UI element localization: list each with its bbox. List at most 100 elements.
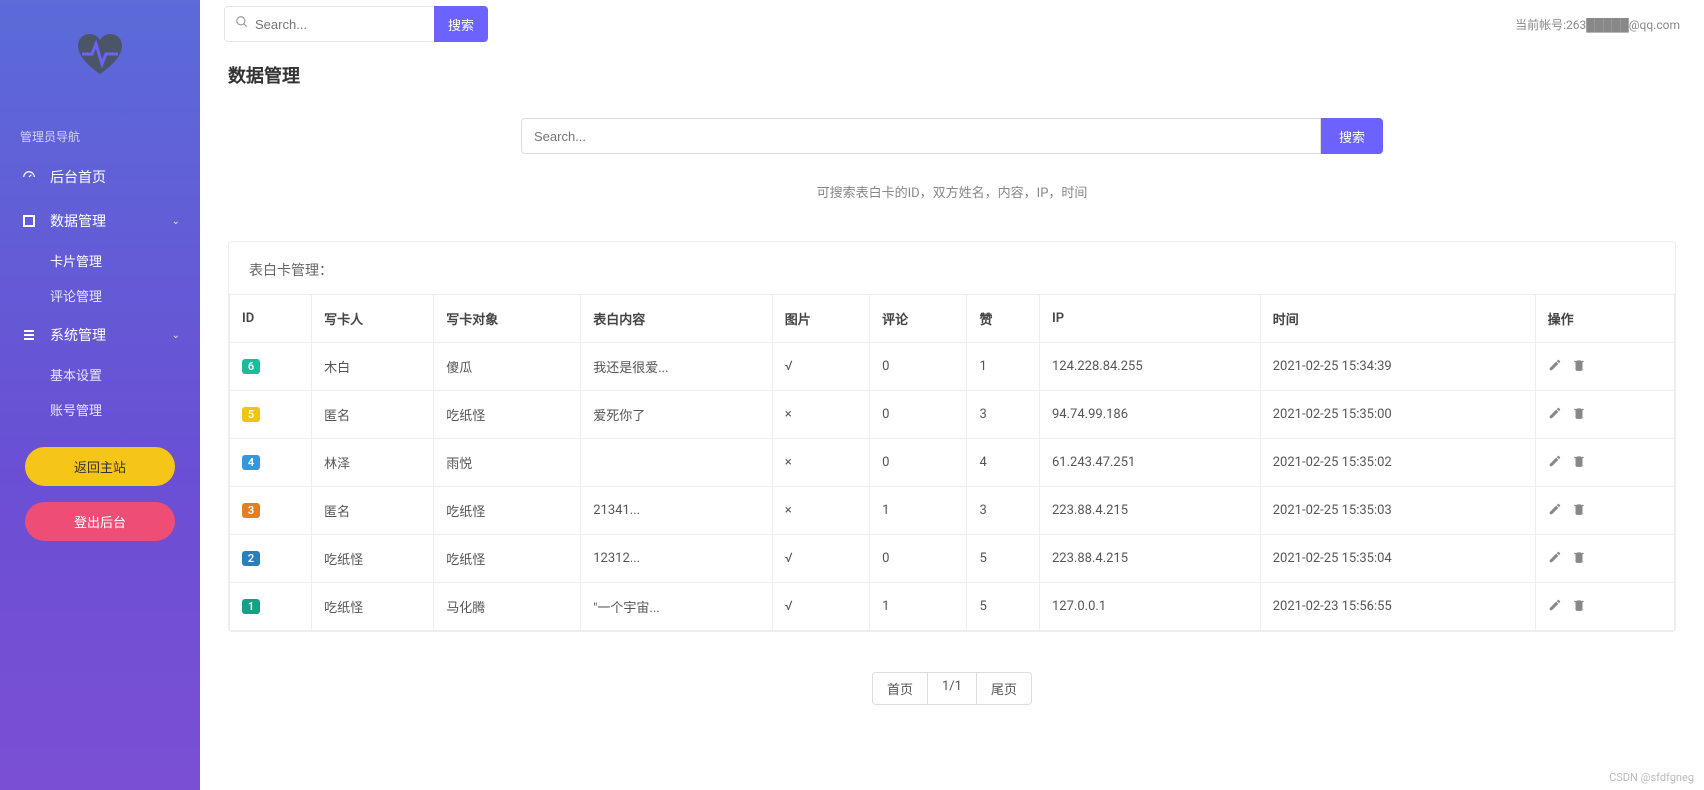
main-search-button[interactable]: 搜索: [1321, 118, 1383, 154]
section-title: 表白卡管理：: [229, 242, 1675, 294]
col-action: 操作: [1535, 295, 1674, 343]
cell-ip: 127.0.0.1: [1040, 583, 1261, 631]
account-prefix: 当前帐号:: [1515, 18, 1566, 32]
cell-time: 2021-02-25 15:35:00: [1260, 391, 1535, 439]
sidebar-sub-account-mgmt[interactable]: 账号管理: [0, 392, 200, 427]
cell-image: √: [772, 535, 869, 583]
col-ip: IP: [1040, 295, 1261, 343]
cell-target: 吃纸怪: [434, 535, 581, 583]
col-writer: 写卡人: [312, 295, 434, 343]
table-card: 表白卡管理： ID 写卡人 写卡对象 表白内容 图片 评论 赞 IP 时间 操作: [228, 241, 1676, 632]
sidebar-sub-card-mgmt[interactable]: 卡片管理: [0, 243, 200, 278]
delete-icon[interactable]: [1572, 409, 1586, 424]
cell-comment: 0: [870, 439, 967, 487]
cell-like: 5: [967, 583, 1040, 631]
cell-actions: [1535, 487, 1674, 535]
id-badge: 5: [242, 407, 260, 422]
cell-actions: [1535, 439, 1674, 487]
cell-image: √: [772, 343, 869, 391]
account-value: 263█████@qq.com: [1566, 18, 1680, 32]
edit-icon[interactable]: [1548, 553, 1562, 568]
cell-image: ×: [772, 487, 869, 535]
delete-icon[interactable]: [1572, 457, 1586, 472]
heart-pulse-icon: [72, 30, 128, 78]
id-badge: 4: [242, 455, 260, 470]
cell-actions: [1535, 343, 1674, 391]
cell-image: √: [772, 583, 869, 631]
col-content: 表白内容: [581, 295, 772, 343]
cell-time: 2021-02-25 15:35:04: [1260, 535, 1535, 583]
edit-icon[interactable]: [1548, 457, 1562, 472]
table-row: 6木白傻瓜我还是很爱...√01124.228.84.2552021-02-25…: [230, 343, 1675, 391]
edit-icon[interactable]: [1548, 409, 1562, 424]
logout-button[interactable]: 登出后台: [25, 502, 175, 541]
cell-time: 2021-02-25 15:35:03: [1260, 487, 1535, 535]
cell-ip: 94.74.99.186: [1040, 391, 1261, 439]
cell-content: 21341...: [581, 487, 772, 535]
delete-icon[interactable]: [1572, 601, 1586, 616]
cell-time: 2021-02-23 15:56:55: [1260, 583, 1535, 631]
sidebar-item-label: 后台首页: [50, 167, 106, 187]
cell-content: 爱死你了: [581, 391, 772, 439]
cell-actions: [1535, 583, 1674, 631]
watermark: CSDN @sfdfgneg: [1609, 771, 1694, 784]
main-search-input[interactable]: [521, 118, 1321, 154]
cell-actions: [1535, 535, 1674, 583]
search-hint: 可搜索表白卡的ID，双方姓名，内容，IP，时间: [200, 182, 1704, 201]
delete-icon[interactable]: [1572, 361, 1586, 376]
page-last-button[interactable]: 尾页: [977, 672, 1032, 705]
col-target: 写卡对象: [434, 295, 581, 343]
sidebar-item-home[interactable]: 后台首页: [0, 155, 200, 199]
cell-target: 吃纸怪: [434, 391, 581, 439]
cell-comment: 0: [870, 343, 967, 391]
delete-icon[interactable]: [1572, 505, 1586, 520]
cell-comment: 0: [870, 535, 967, 583]
edit-icon[interactable]: [1548, 361, 1562, 376]
logo: [0, 30, 200, 78]
cell-writer: 匿名: [312, 391, 434, 439]
dashboard-icon: [20, 170, 38, 184]
cell-content: 12312...: [581, 535, 772, 583]
cell-image: ×: [772, 391, 869, 439]
sidebar-item-label: 数据管理: [50, 211, 106, 231]
cell-target: 吃纸怪: [434, 487, 581, 535]
sidebar-sub-basic-settings[interactable]: 基本设置: [0, 357, 200, 392]
delete-icon[interactable]: [1572, 553, 1586, 568]
id-badge: 6: [242, 359, 260, 374]
top-search-button[interactable]: 搜索: [434, 6, 488, 42]
list-icon: [20, 329, 38, 341]
cell-ip: 124.228.84.255: [1040, 343, 1261, 391]
top-search-input[interactable]: [255, 17, 424, 32]
cell-image: ×: [772, 439, 869, 487]
cell-writer: 木白: [312, 343, 434, 391]
data-table: ID 写卡人 写卡对象 表白内容 图片 评论 赞 IP 时间 操作 6木白傻瓜我…: [229, 294, 1675, 631]
square-icon: [20, 215, 38, 227]
edit-icon[interactable]: [1548, 505, 1562, 520]
table-row: 1吃纸怪马化腾"一个宇宙...√15127.0.0.12021-02-23 15…: [230, 583, 1675, 631]
cell-actions: [1535, 391, 1674, 439]
cell-time: 2021-02-25 15:35:02: [1260, 439, 1535, 487]
page-first-button[interactable]: 首页: [872, 672, 928, 705]
sidebar-item-label: 系统管理: [50, 325, 106, 345]
sidebar-item-sys-mgmt[interactable]: 系统管理 ⌄: [0, 313, 200, 357]
cell-target: 傻瓜: [434, 343, 581, 391]
page-info: 1/1: [928, 672, 977, 705]
col-comment: 评论: [870, 295, 967, 343]
cell-comment: 0: [870, 391, 967, 439]
pagination: 首页 1/1 尾页: [200, 652, 1704, 735]
search-icon: [235, 15, 249, 33]
cell-target: 马化腾: [434, 583, 581, 631]
table-header-row: ID 写卡人 写卡对象 表白内容 图片 评论 赞 IP 时间 操作: [230, 295, 1675, 343]
back-main-button[interactable]: 返回主站: [25, 447, 175, 486]
edit-icon[interactable]: [1548, 601, 1562, 616]
cell-writer: 林泽: [312, 439, 434, 487]
sidebar-item-data-mgmt[interactable]: 数据管理 ⌄: [0, 199, 200, 243]
cell-like: 1: [967, 343, 1040, 391]
table-row: 2吃纸怪吃纸怪12312...√05223.88.4.2152021-02-25…: [230, 535, 1675, 583]
chevron-down-icon: ⌄: [172, 330, 180, 341]
sidebar-sub-comment-mgmt[interactable]: 评论管理: [0, 278, 200, 313]
cell-time: 2021-02-25 15:34:39: [1260, 343, 1535, 391]
page-title: 数据管理: [200, 42, 1704, 108]
topbar: 搜索 当前帐号:263█████@qq.com: [200, 0, 1704, 42]
table-row: 3匿名吃纸怪21341...×13223.88.4.2152021-02-25 …: [230, 487, 1675, 535]
